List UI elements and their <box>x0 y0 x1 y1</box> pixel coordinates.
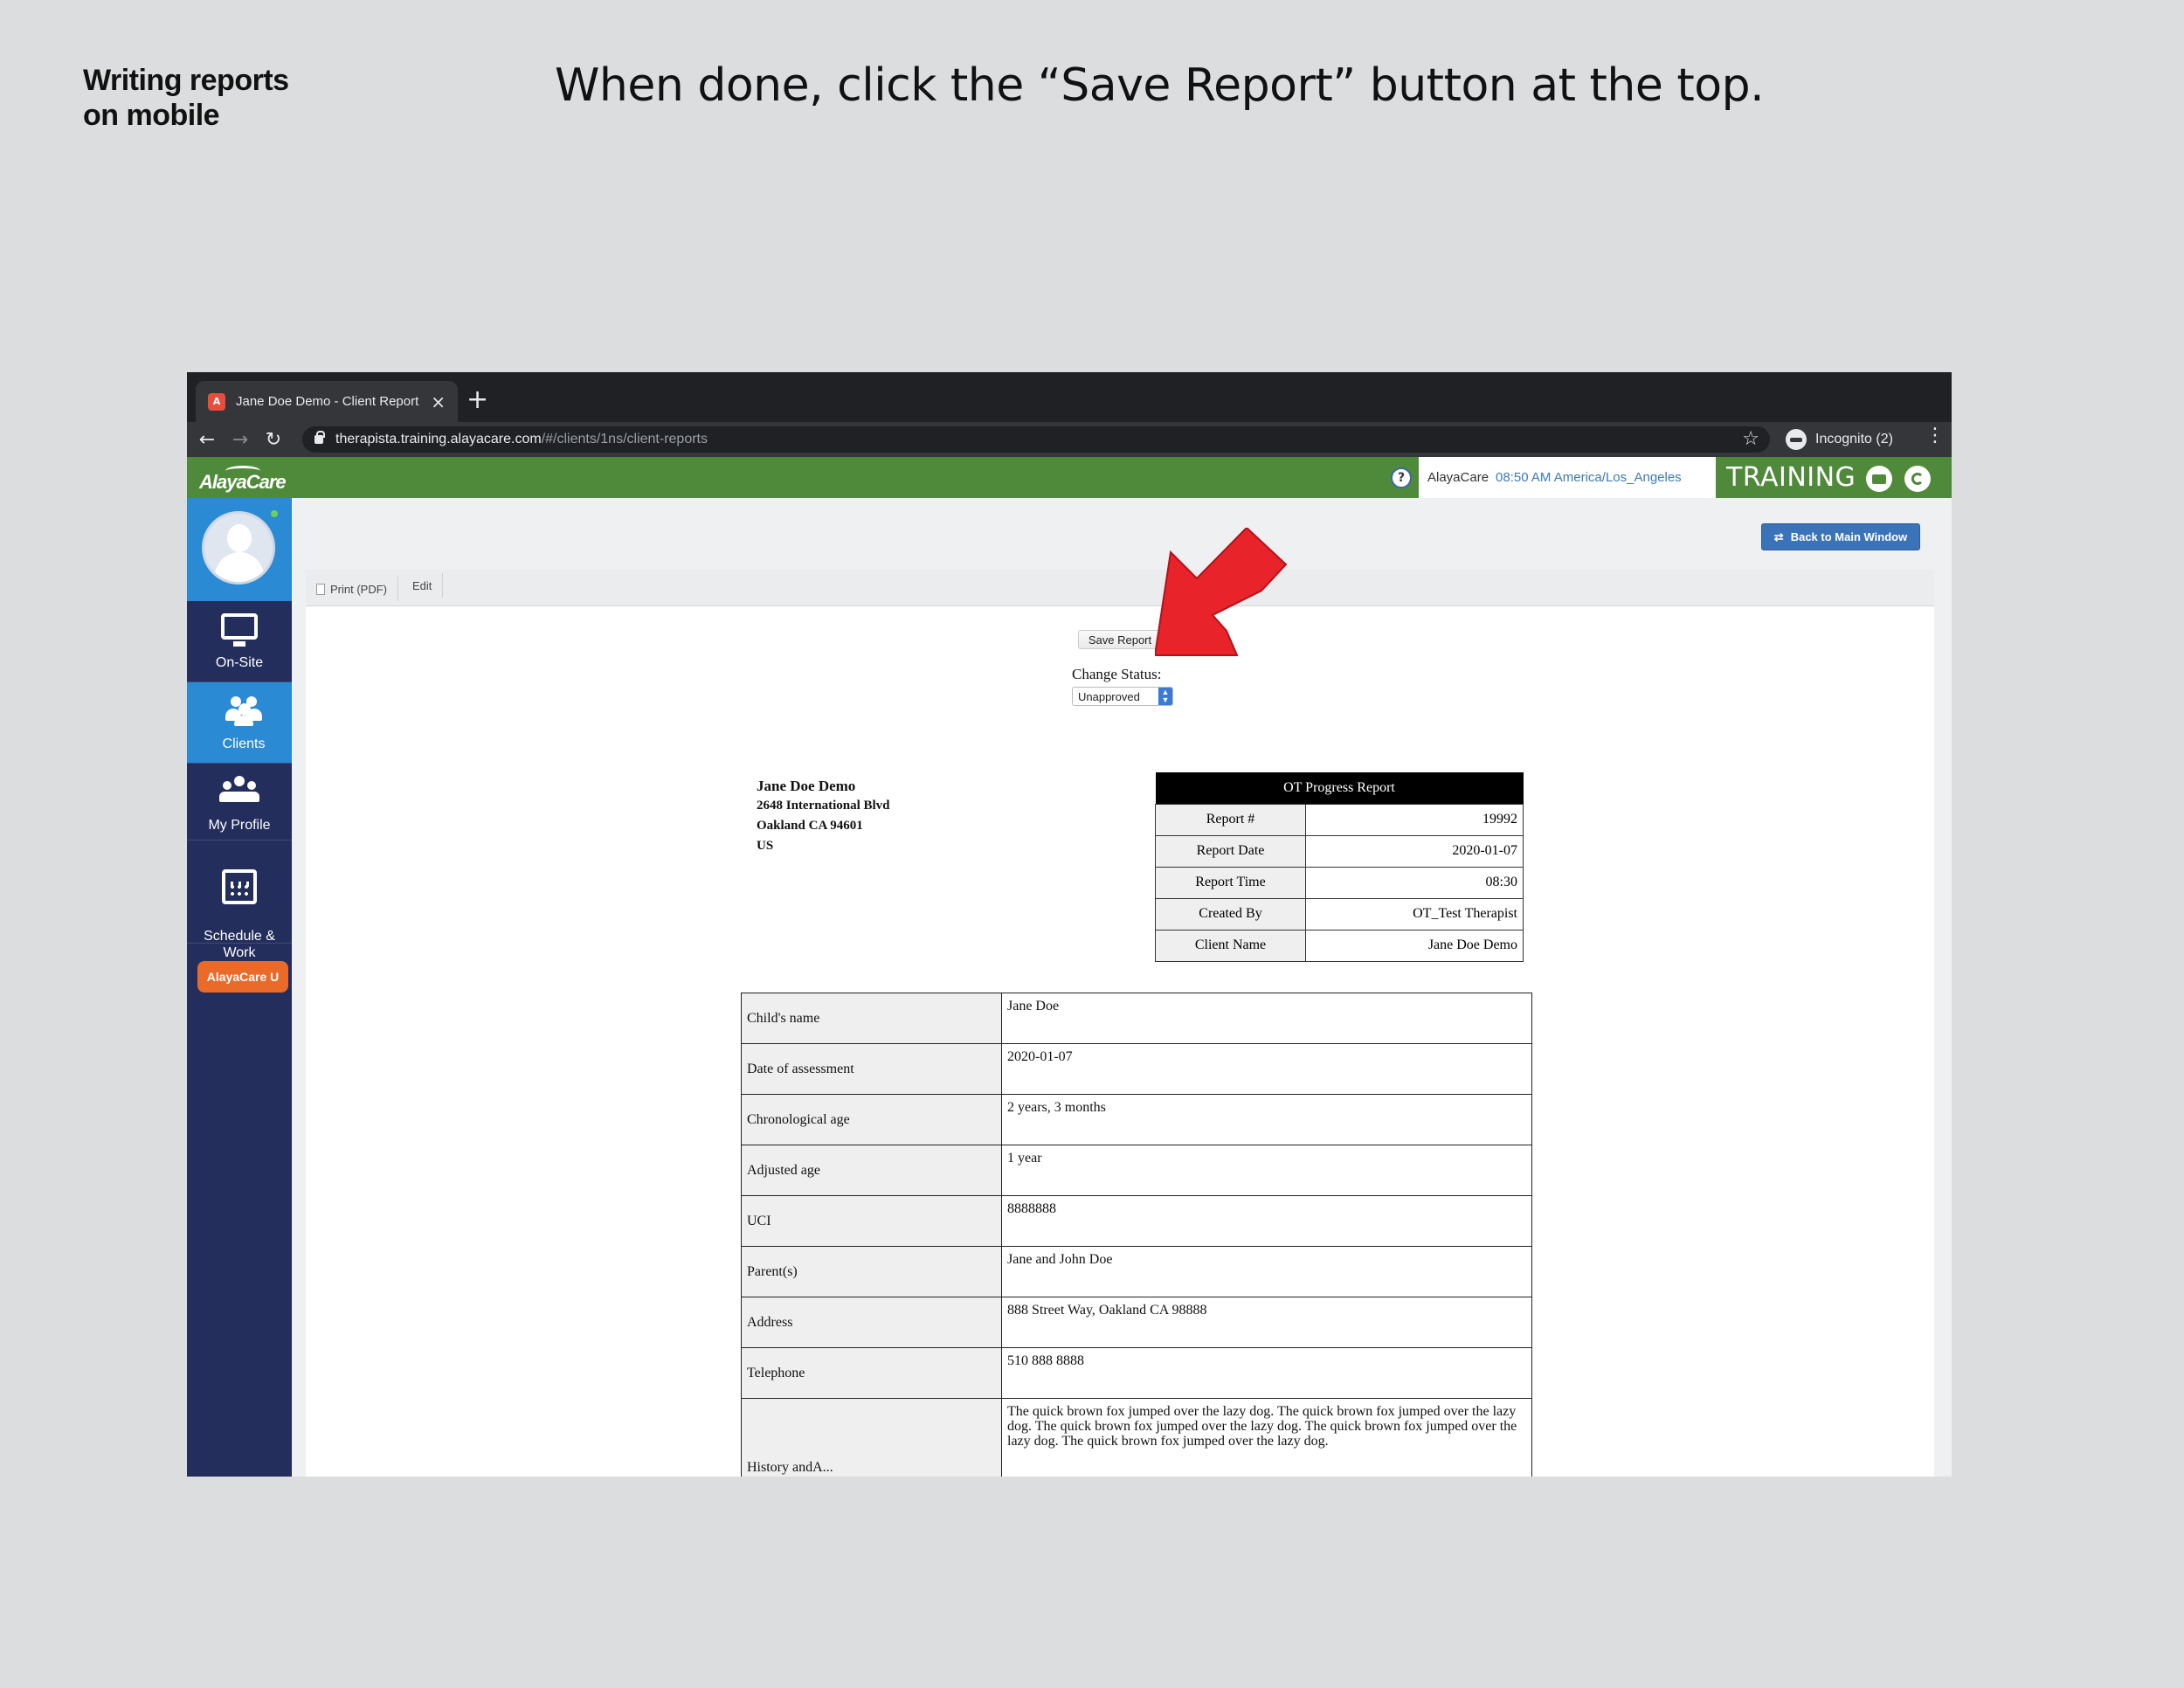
table-row: Chronological age 2 years, 3 months <box>741 1094 1532 1145</box>
favicon-icon: A <box>208 392 225 411</box>
table-row: Report Date 2020-01-07 <box>1155 834 1524 868</box>
logout-button[interactable] <box>1904 466 1931 492</box>
tab-title: Jane Doe Demo - Client Report <box>236 394 419 409</box>
sidebar-item-clients[interactable]: Clients <box>187 682 301 764</box>
url-text: therapista.training.alayacare.com/#/clie… <box>335 432 708 446</box>
online-status-icon <box>271 510 278 517</box>
mail-icon <box>1872 474 1886 484</box>
incognito-indicator[interactable]: Incognito (2) <box>1786 426 1893 453</box>
table-row: Parent(s) Jane and John Doe <box>741 1246 1532 1297</box>
calendar-icon <box>187 869 292 904</box>
main-content: ⇄ Back to Main Window Print (PDF) Edit S… <box>292 498 1952 1477</box>
clock-display: AlayaCare 08:50 AM America/Los_Angeles <box>1419 457 1716 498</box>
user-panel[interactable] <box>187 498 292 601</box>
report-summary-table: OT Progress Report Report #19992 Report … <box>1155 772 1524 962</box>
table-row: Adjusted age 1 year <box>741 1145 1532 1196</box>
table-row: Created By OT_Test Therapist <box>1155 897 1524 930</box>
slide-label: Writing reports on mobile <box>83 64 289 132</box>
monitor-icon <box>187 613 292 648</box>
table-row: Client Name Jane Doe Demo <box>1155 929 1524 962</box>
client-address-block: Jane Doe Demo 2648 International Blvd Oa… <box>757 776 890 856</box>
client-name: Jane Doe Demo <box>757 778 856 794</box>
slide-title: When done, click the “Save Report” butto… <box>555 59 1765 112</box>
table-row: Telephone 510 888 8888 <box>741 1347 1532 1399</box>
new-tab-icon[interactable]: + <box>467 384 488 415</box>
app-header: AlayaCare ? AlayaCare 08:50 AM America/L… <box>187 457 1952 498</box>
browser-toolbar: ← → ↻ therapista.training.alayacare.com/… <box>187 422 1952 457</box>
save-report-button[interactable]: Save Report <box>1078 630 1162 649</box>
callout-arrow-icon <box>1155 528 1288 656</box>
swap-arrows-icon: ⇄ <box>1773 529 1784 543</box>
tab-bar: A Jane Doe Demo - Client Report × + <box>187 372 1952 422</box>
incognito-icon <box>1786 429 1807 450</box>
alayacare-u-button[interactable]: AlayaCare U <box>197 961 288 993</box>
back-button-label: Back to Main Window <box>1790 530 1908 543</box>
team-icon <box>187 776 292 811</box>
address-bar[interactable]: therapista.training.alayacare.com/#/clie… <box>302 426 1770 453</box>
sidebar-item-on-site[interactable]: On-Site <box>187 601 292 682</box>
edit-label: Edit <box>412 578 432 592</box>
table-row: Report #19992 <box>1155 803 1524 836</box>
sidebar: On-Site Clients My Profile Schedule & Wo… <box>187 498 301 1477</box>
sidebar-item-label: My Profile <box>208 818 271 833</box>
sidebar-item-label: Clients <box>222 737 266 751</box>
sidebar-item-label: Schedule & Work <box>204 929 275 960</box>
sidebar-item-label: On-Site <box>215 655 264 670</box>
table-row: Child's name Jane Doe <box>741 993 1532 1044</box>
people-icon <box>187 695 301 730</box>
table-row: History andA... The quick brown fox jumpe… <box>741 1398 1532 1477</box>
client-street: 2648 International Blvd <box>757 799 890 813</box>
back-arrow-icon[interactable]: ← <box>190 429 224 451</box>
incognito-label: Incognito (2) <box>1815 432 1893 446</box>
status-value: Unapproved <box>1078 689 1140 703</box>
print-pdf-button[interactable]: Print (PDF) <box>306 577 398 601</box>
select-arrows-icon: ▲ ▼ <box>1158 688 1172 705</box>
logo-text: AlayaCare <box>199 471 287 493</box>
clock-time: 08:50 AM America/Los_Angeles <box>1496 470 1682 485</box>
reload-icon[interactable]: ↻ <box>257 429 290 451</box>
logout-icon <box>1911 473 1924 485</box>
alayacare-logo[interactable]: AlayaCare <box>199 462 287 493</box>
browser-window: A Jane Doe Demo - Client Report × + ← → … <box>187 372 1952 1477</box>
table-row: Address 888 Street Way, Oakland CA 98888 <box>741 1297 1532 1348</box>
print-label: Print (PDF) <box>330 582 387 596</box>
client-country: US <box>757 839 774 853</box>
report-document: Save Report Change Status: Unapproved ▲ ▼… <box>306 606 1934 1477</box>
training-label: TRAINING <box>1726 462 1856 493</box>
forward-arrow-icon[interactable]: → <box>224 429 257 451</box>
sidebar-item-schedule-work[interactable]: Schedule & Work <box>187 841 292 960</box>
close-tab-icon[interactable]: × <box>431 391 446 412</box>
sidebar-item-my-profile[interactable]: My Profile <box>187 764 292 841</box>
status-select[interactable]: Unapproved ▲ ▼ <box>1072 687 1173 706</box>
table-row: UCI 8888888 <box>741 1195 1532 1247</box>
avatar[interactable] <box>202 511 275 585</box>
messages-button[interactable] <box>1866 466 1892 492</box>
table-row: Date of assessment 2020-01-07 <box>741 1043 1532 1095</box>
pdf-icon <box>316 583 325 595</box>
back-to-main-window-button[interactable]: ⇄ Back to Main Window <box>1761 523 1920 550</box>
clock-brand: AlayaCare <box>1427 470 1489 485</box>
help-icon[interactable]: ? <box>1391 467 1412 488</box>
edit-button[interactable]: Edit <box>402 573 444 598</box>
browser-tab[interactable]: A Jane Doe Demo - Client Report × <box>196 381 458 422</box>
client-details-table: Child's name Jane Doe Date of assessment 2… <box>741 993 1532 1477</box>
change-status-label: Change Status: <box>1072 666 1162 682</box>
lock-icon <box>314 431 325 444</box>
report-toolbar: Print (PDF) Edit <box>306 570 1934 606</box>
browser-menu-icon[interactable]: ⋮ <box>1925 425 1945 446</box>
bookmark-star-icon[interactable]: ☆ <box>1742 428 1759 450</box>
client-city: Oakland CA 94601 <box>757 819 863 833</box>
table-row: Report Time 08:30 <box>1155 866 1524 899</box>
summary-title: OT Progress Report <box>1155 772 1524 804</box>
